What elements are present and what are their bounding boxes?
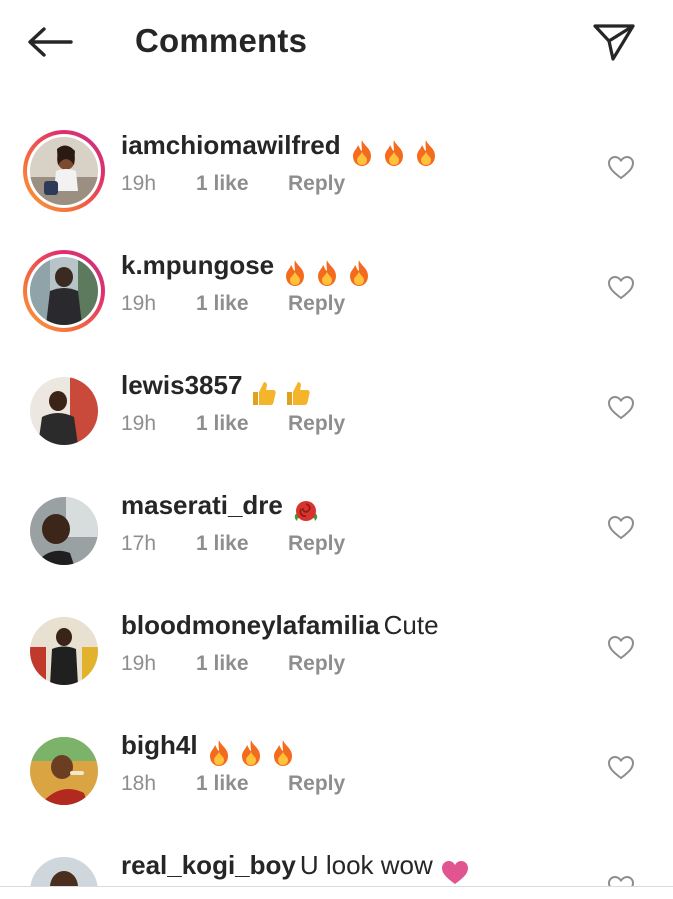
fire-emoji [352,140,371,167]
fire-emoji [241,740,260,767]
comment-username[interactable]: bloodmoneylafamilia [121,610,380,640]
avatar[interactable] [23,130,105,212]
rose-emoji [294,501,318,522]
heart-icon[interactable] [607,514,635,542]
comment-meta: 19h 1 like Reply [121,292,345,316]
comment-row: bloodmoneylafamilia Cute 19h 1 like Reply [0,606,673,716]
heart-icon[interactable] [607,634,635,662]
pink-heart-emoji [441,861,468,885]
comment-row: bigh4l 18h 1 like Reply [0,726,673,836]
comment-likes[interactable]: 1 like [196,412,288,436]
reply-button[interactable]: Reply [288,652,345,676]
fire-emoji [209,740,228,767]
comment-meta: 19h 1 like Reply [121,172,345,196]
comment-row: maserati_dre 17h 1 like Reply [0,486,673,596]
fire-emoji [318,260,337,287]
comment-text: U look wow [299,850,433,880]
comment-likes[interactable]: 1 like [196,532,288,556]
comment-row: k.mpungose 19h 1 like Reply [0,246,673,356]
reply-button[interactable]: Reply [288,532,345,556]
avatar[interactable] [23,610,105,692]
thumbs-up-emoji [253,382,277,406]
comment-username[interactable]: k.mpungose [121,250,274,280]
fire-emoji [416,140,435,167]
avatar[interactable] [23,850,105,886]
heart-icon[interactable] [607,874,635,886]
comment-username[interactable]: maserati_dre [121,490,283,520]
comment-likes[interactable]: 1 like [196,652,288,676]
comment-emojis [206,734,302,768]
comment-time: 17h [121,532,157,555]
fire-emoji [384,140,403,167]
comment-time: 19h [121,172,157,195]
comment-list: iamchiomawilfred 19h 1 like Reply k.mpun… [0,0,673,899]
avatar[interactable] [23,730,105,812]
reply-button[interactable]: Reply [288,292,345,316]
comment-emojis [349,134,445,168]
comment-username[interactable]: lewis3857 [121,370,242,400]
heart-icon[interactable] [607,754,635,782]
heart-icon[interactable] [607,274,635,302]
comment-meta: 18h 1 like Reply [121,772,345,796]
fire-emoji [286,260,305,287]
avatar[interactable] [23,370,105,452]
comment-emojis [441,854,475,886]
comment-likes[interactable]: 1 like [196,292,288,316]
comment-emojis [250,374,318,408]
avatar[interactable] [23,250,105,332]
comment-username[interactable]: bigh4l [121,730,198,760]
reply-button[interactable]: Reply [288,412,345,436]
divider [0,886,673,887]
heart-icon[interactable] [607,154,635,182]
comment-time: 19h [121,412,157,435]
reply-button[interactable]: Reply [288,172,345,196]
comment-row: real_kogi_boy U look wow [0,846,673,886]
avatar[interactable] [23,490,105,572]
comment-text: Cute [383,610,439,640]
fire-emoji [273,740,292,767]
comment-username[interactable]: iamchiomawilfred [121,130,341,160]
comment-likes[interactable]: 1 like [196,172,288,196]
comment-likes[interactable]: 1 like [196,772,288,796]
comment-row: iamchiomawilfred 19h 1 like Reply [0,126,673,236]
comment-username[interactable]: real_kogi_boy [121,850,296,880]
reply-button[interactable]: Reply [288,772,345,796]
comment-emojis [291,494,327,528]
heart-icon[interactable] [607,394,635,422]
thumbs-up-emoji [287,382,311,406]
comment-meta: 17h 1 like Reply [121,532,345,556]
comment-time: 19h [121,292,157,315]
fire-emoji [350,260,369,287]
comment-emojis [282,254,378,288]
comment-time: 19h [121,652,157,675]
comment-time: 18h [121,772,157,795]
comment-meta: 19h 1 like Reply [121,412,345,436]
comment-meta: 19h 1 like Reply [121,652,345,676]
comment-row: lewis3857 19h 1 like Reply [0,366,673,476]
